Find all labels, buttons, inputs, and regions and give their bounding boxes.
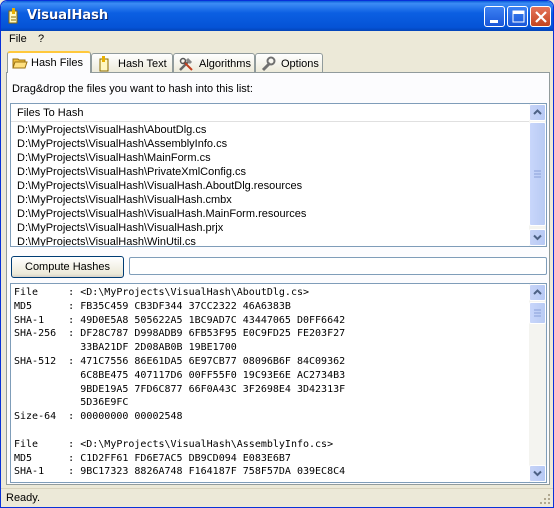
output-line: 33BA21DF 2D08AB0B 19BE1700 bbox=[14, 342, 237, 354]
file-list-item[interactable]: D:\MyProjects\VisualHash\AboutDlg.cs bbox=[17, 124, 206, 138]
grip-lines-icon bbox=[534, 309, 541, 317]
output-line: 9BDE19A5 7FD6C877 66F0A43C 3F2698E4 3D42… bbox=[14, 383, 346, 395]
column-header-files[interactable]: Files To Hash bbox=[17, 107, 83, 119]
file-list-item[interactable]: D:\MyProjects\VisualHash\AssemblyInfo.cs bbox=[17, 138, 227, 152]
tab-algorithms[interactable]: Algorithms bbox=[173, 53, 255, 73]
progress-bar bbox=[129, 257, 547, 275]
wrench-icon bbox=[261, 56, 276, 72]
file-list-item[interactable]: D:\MyProjects\VisualHash\VisualHash.Main… bbox=[17, 208, 306, 222]
tab-label: Algorithms bbox=[199, 58, 251, 70]
tools-icon bbox=[179, 57, 193, 71]
note-icon bbox=[99, 56, 109, 72]
output-line: SHA-1 : 9BC17323 8826A748 F164187F 758F5… bbox=[14, 466, 346, 478]
grip-lines-icon bbox=[534, 170, 541, 178]
tab-label: Hash Files bbox=[31, 57, 83, 69]
output-line: SHA-512 : 471C7556 86E61DA5 6E97CB77 080… bbox=[14, 356, 346, 367]
minimize-button[interactable] bbox=[484, 6, 505, 27]
status-bar: Ready. bbox=[1, 488, 553, 507]
main-window: VisualHash File ? Hash Files Hash Text A… bbox=[0, 0, 554, 508]
scroll-up-button[interactable] bbox=[529, 104, 546, 121]
menu-file[interactable]: File bbox=[9, 33, 27, 45]
file-list-item[interactable]: D:\MyProjects\VisualHash\PrivateXmlConfi… bbox=[17, 166, 246, 180]
output-line: SHA-1 : 49D0E5A8 505622A5 1BC9AD7C 43447… bbox=[14, 314, 346, 326]
files-list[interactable]: Files To Hash D:\MyProjects\VisualHash\A… bbox=[10, 103, 547, 247]
file-list-item[interactable]: D:\MyProjects\VisualHash\VisualHash.Abou… bbox=[17, 180, 302, 194]
output-line: Size-64 : 00000000 00002548 bbox=[14, 411, 183, 423]
menu-bar: File ? bbox=[1, 31, 553, 49]
resize-grip-icon[interactable] bbox=[539, 493, 551, 505]
scroll-thumb[interactable] bbox=[529, 122, 546, 226]
minimize-icon bbox=[490, 20, 498, 23]
file-list-item[interactable]: D:\MyProjects\VisualHash\MainForm.cs bbox=[17, 152, 211, 166]
output-line: MD5 : FB35C459 CB3DF344 37CC2322 46A6383… bbox=[14, 300, 291, 312]
file-list-item[interactable]: D:\MyProjects\VisualHash\VisualHash.prjx bbox=[17, 222, 223, 236]
file-list-item[interactable]: D:\MyProjects\VisualHash\WinUtil.cs bbox=[17, 236, 196, 246]
app-icon bbox=[8, 8, 18, 24]
compute-hashes-button[interactable]: Compute Hashes bbox=[11, 256, 124, 278]
chevron-up-icon bbox=[533, 109, 542, 115]
window-title: VisualHash bbox=[27, 8, 109, 23]
scroll-up-button[interactable] bbox=[529, 284, 546, 301]
files-scrollbar[interactable] bbox=[529, 104, 546, 246]
scroll-thumb[interactable] bbox=[529, 302, 546, 324]
instruction-label: Drag&drop the files you want to hash int… bbox=[12, 83, 253, 95]
tab-options[interactable]: Options bbox=[255, 53, 323, 73]
hash-files-panel: Drag&drop the files you want to hash int… bbox=[6, 72, 550, 485]
title-bar[interactable]: VisualHash bbox=[1, 1, 553, 31]
scroll-down-button[interactable] bbox=[529, 465, 546, 482]
output-line: File : <D:\MyProjects\VisualHash\AboutDl… bbox=[14, 287, 310, 298]
tab-label: Hash Text bbox=[118, 58, 167, 70]
file-list-item[interactable]: D:\MyProjects\VisualHash\VisualHash.cmbx bbox=[17, 194, 232, 208]
output-line: MD5 : C1D2FF61 FD6E7AC5 DB9CD094 E083E6B… bbox=[14, 452, 291, 464]
chevron-up-icon bbox=[533, 289, 542, 295]
menu-help[interactable]: ? bbox=[38, 33, 44, 45]
maximize-icon bbox=[512, 10, 525, 23]
tab-label: Options bbox=[281, 58, 319, 70]
chevron-down-icon bbox=[533, 470, 542, 477]
folder-open-icon bbox=[12, 58, 28, 69]
output-line: 6C8BE475 407117D6 00FF55F0 19C93E6E AC27… bbox=[14, 369, 346, 381]
output-line: 5D36E9FC bbox=[14, 397, 129, 409]
close-icon bbox=[535, 11, 547, 23]
output-scrollbar[interactable] bbox=[529, 284, 546, 482]
output-textbox[interactable]: File : <D:\MyProjects\VisualHash\AboutDl… bbox=[10, 283, 547, 483]
list-header[interactable]: Files To Hash bbox=[11, 104, 529, 122]
chevron-down-icon bbox=[533, 234, 542, 241]
scroll-down-button[interactable] bbox=[529, 229, 546, 246]
tab-hash-text[interactable]: Hash Text bbox=[91, 53, 173, 73]
output-line: SHA-256 : DF28C787 D998ADB9 6FB53F95 E0C… bbox=[14, 328, 346, 340]
close-button[interactable] bbox=[530, 6, 551, 27]
maximize-button[interactable] bbox=[507, 6, 528, 27]
tab-hash-files[interactable]: Hash Files bbox=[7, 51, 91, 73]
output-line: File : <D:\MyProjects\VisualHash\Assembl… bbox=[14, 438, 334, 450]
status-text: Ready. bbox=[6, 492, 41, 504]
